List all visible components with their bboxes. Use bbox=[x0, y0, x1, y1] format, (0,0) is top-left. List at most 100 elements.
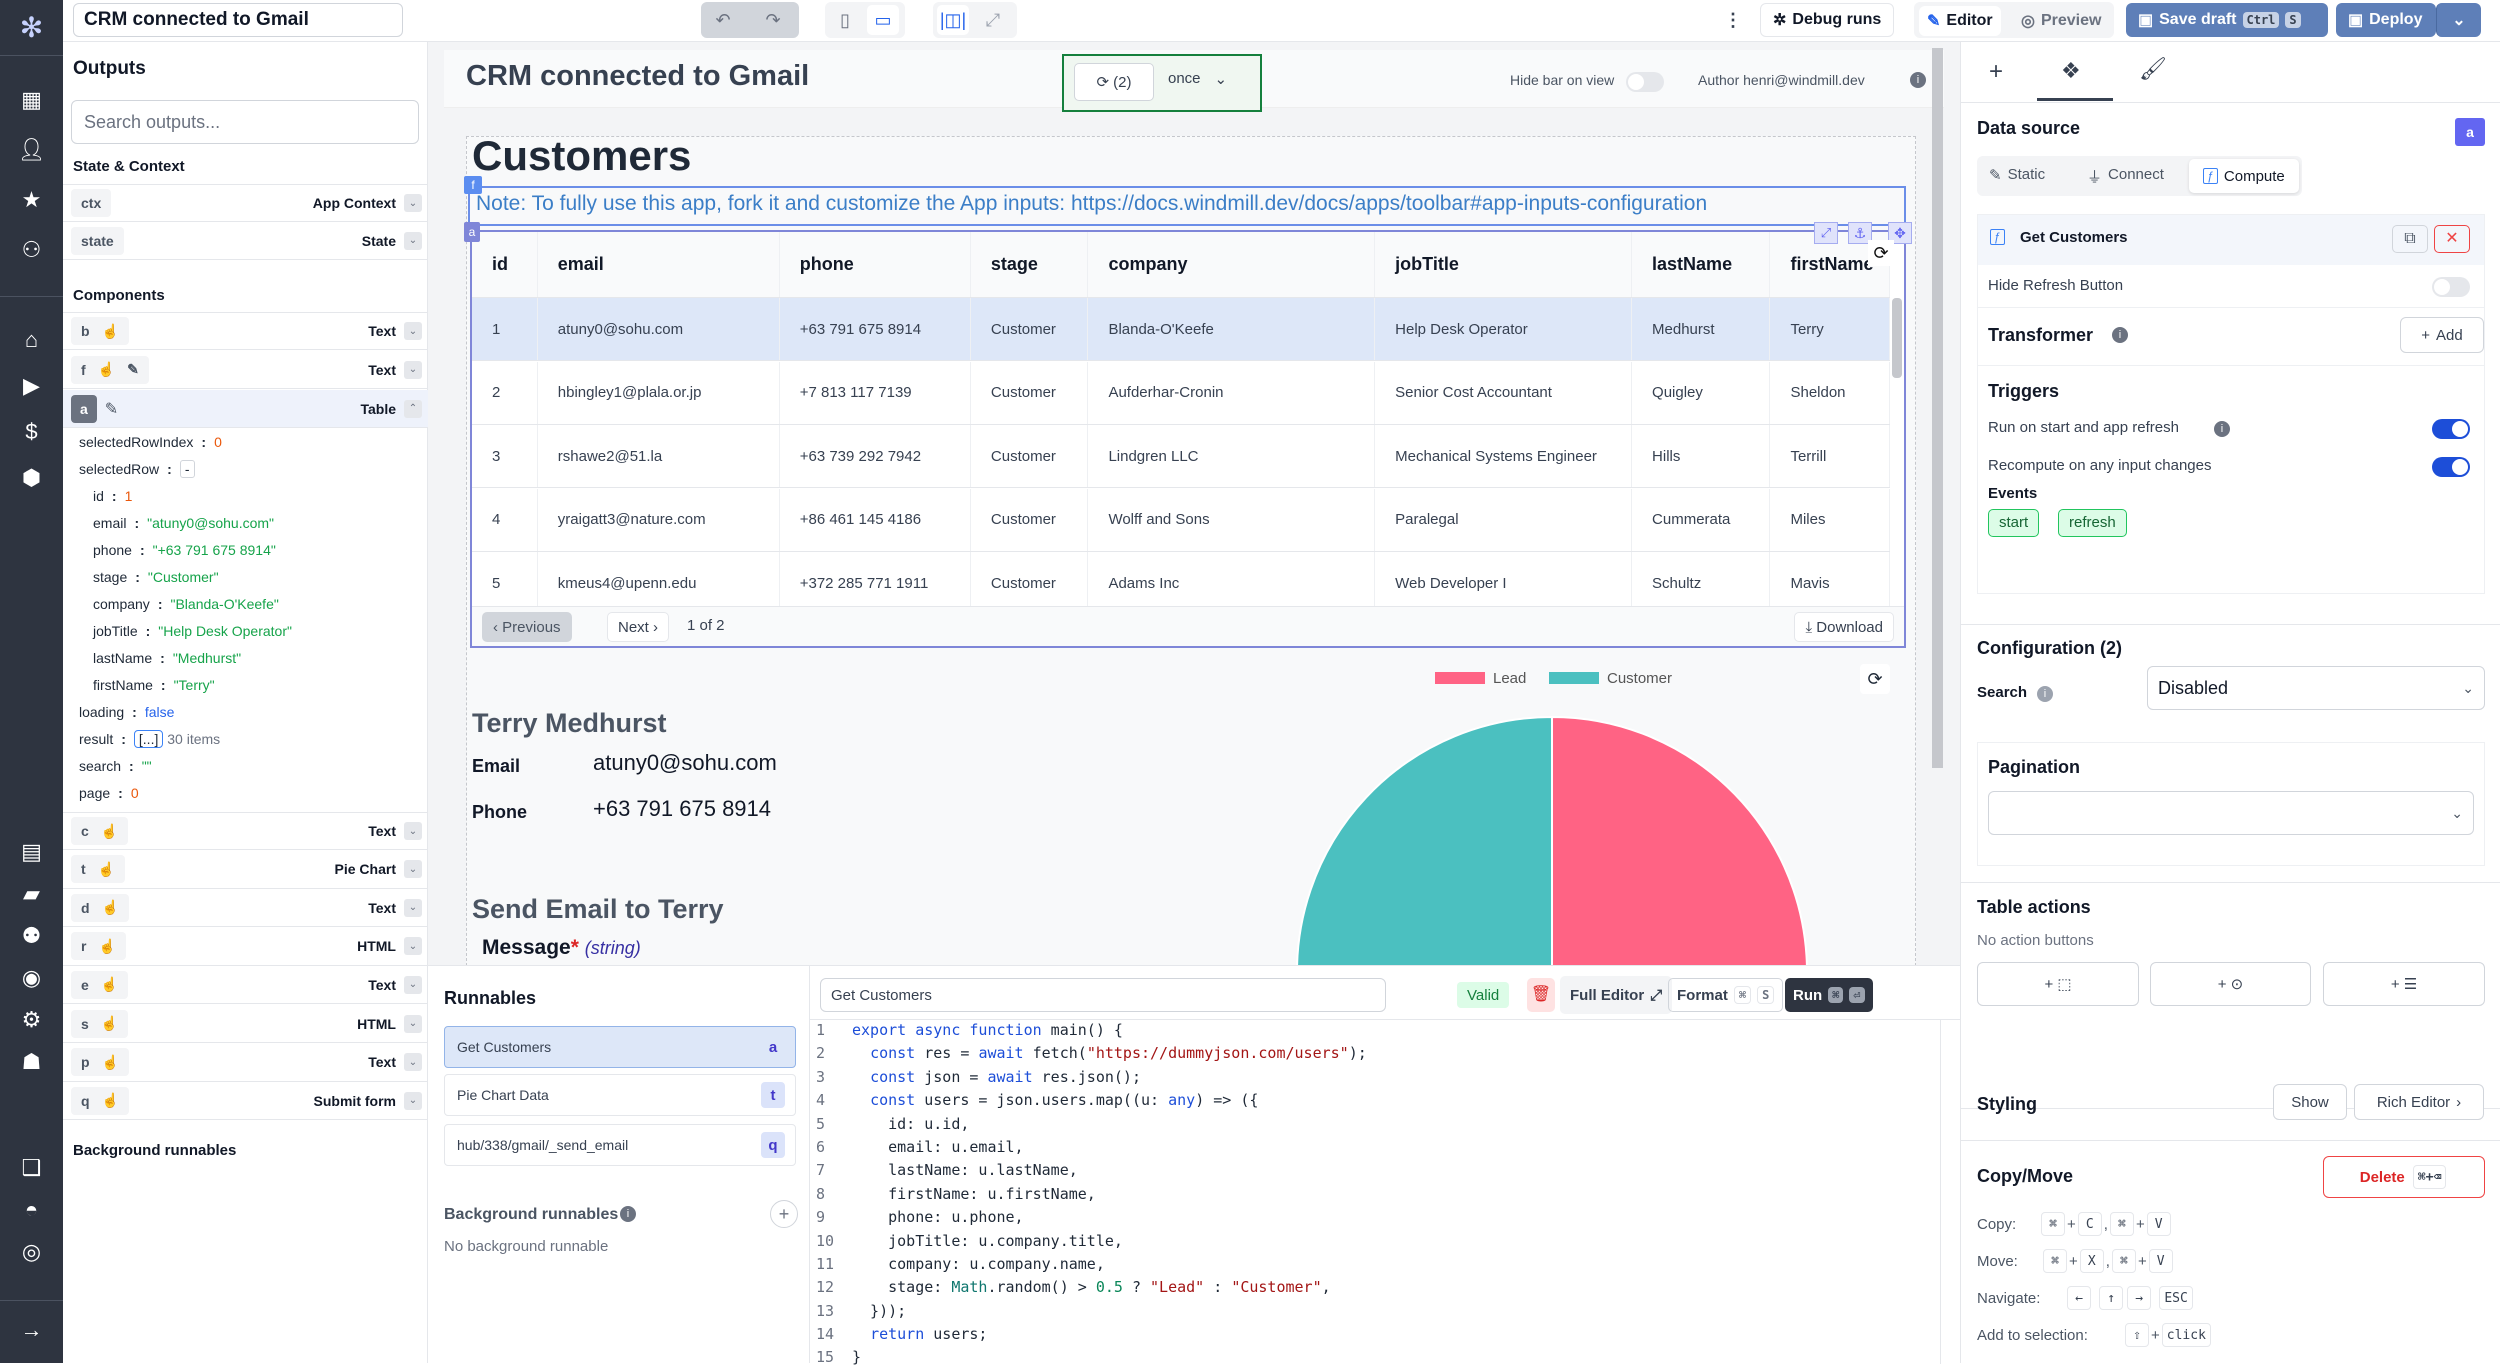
more-options-icon[interactable]: ⋮ bbox=[1723, 8, 1743, 32]
code-line[interactable]: 6 email: u.email, bbox=[810, 1136, 1960, 1159]
show-styling-button[interactable]: Show bbox=[2273, 1084, 2347, 1120]
undo-icon[interactable]: ↶ bbox=[711, 8, 735, 32]
deploy-button[interactable]: ▣ Deploy bbox=[2336, 3, 2436, 37]
users-icon[interactable]: ⚇ bbox=[0, 230, 63, 270]
runnable-name-input[interactable]: Get Customers bbox=[820, 978, 1386, 1012]
folder-icon[interactable]: ▰ bbox=[0, 874, 63, 914]
source-tab-connect[interactable]: ⏚ Connect bbox=[2087, 166, 2164, 187]
desktop-icon[interactable]: ▭ bbox=[867, 5, 899, 35]
add-toggle-action[interactable]: + ⊙ bbox=[2150, 962, 2311, 1006]
table-row[interactable]: 1 atuny0@sohu.com +63 791 675 8914 Customer… bbox=[472, 298, 1890, 361]
deploy-dropdown-button[interactable]: ⌄ bbox=[2436, 3, 2481, 37]
chevron-down-icon[interactable]: ⌄ bbox=[404, 1014, 422, 1033]
expand-component-icon[interactable]: ⤢ bbox=[1814, 222, 1838, 244]
component-badge-f[interactable]: f bbox=[464, 176, 482, 194]
mobile-icon[interactable]: ▯ bbox=[833, 8, 857, 32]
refresh-mode-select[interactable]: once ⌄ bbox=[1168, 70, 1227, 88]
code-line[interactable]: 11 company: u.company.name, bbox=[810, 1253, 1960, 1276]
style-tab-brush-icon[interactable]: 🖌︎ bbox=[2139, 56, 2167, 82]
robot-icon[interactable]: ☗ bbox=[0, 1042, 63, 1082]
component-row-c[interactable]: c ☝ Text ⌄ bbox=[63, 812, 428, 850]
component-row-e[interactable]: e ☝ Text ⌄ bbox=[63, 966, 428, 1005]
code-line[interactable]: 10 jobTitle: u.company.title, bbox=[810, 1230, 1960, 1253]
search-outputs-input[interactable]: Search outputs... bbox=[71, 100, 419, 144]
chevron-down-icon[interactable]: ⌄ bbox=[404, 322, 422, 340]
code-line[interactable]: 2 const res = await fetch("https://dummy… bbox=[810, 1042, 1960, 1065]
settings-gear-icon[interactable]: ⚙ bbox=[0, 1000, 63, 1040]
chevron-down-icon[interactable]: ⌄ bbox=[404, 194, 422, 212]
table-row[interactable]: 3 rshawe2@51.la +63 739 292 7942 Customer Li… bbox=[472, 425, 1890, 488]
run-button[interactable]: Run ⌘ ⏎ bbox=[1785, 978, 1873, 1012]
insert-tab-plus-icon[interactable]: + bbox=[1989, 58, 2003, 86]
column-header-jobTitle[interactable]: jobTitle bbox=[1375, 232, 1633, 297]
chevron-down-icon[interactable]: ⌄ bbox=[404, 1091, 422, 1110]
chevron-down-icon[interactable]: ⌄ bbox=[404, 975, 422, 994]
redo-icon[interactable]: ↷ bbox=[761, 8, 785, 32]
docs-book-icon[interactable]: ❑ bbox=[0, 1148, 63, 1188]
info-icon[interactable]: i bbox=[2037, 686, 2053, 702]
component-row-s[interactable]: s ☝ HTML ⌄ bbox=[63, 1005, 428, 1043]
info-icon[interactable]: i bbox=[620, 1206, 636, 1222]
component-row-b[interactable]: b ☝ Text ⌄ bbox=[63, 312, 428, 350]
component-row-p[interactable]: p ☝ Text ⌄ bbox=[63, 1044, 428, 1082]
source-tab-compute[interactable]: ƒ Compute bbox=[2189, 159, 2299, 193]
chevron-down-icon[interactable]: ⌄ bbox=[404, 822, 422, 840]
expand-sidebar-arrow-icon[interactable]: → bbox=[0, 1310, 63, 1350]
component-badge-a[interactable]: a bbox=[464, 222, 480, 242]
runnable-pie-chart-data[interactable]: Pie Chart Data t bbox=[444, 1074, 796, 1116]
column-header-phone[interactable]: phone bbox=[780, 232, 971, 297]
hide-bar-toggle[interactable] bbox=[1626, 72, 1664, 92]
chevron-up-icon[interactable]: ⌃ bbox=[404, 399, 422, 418]
column-header-id[interactable]: id bbox=[472, 232, 538, 297]
component-row-r[interactable]: r ☝ HTML ⌄ bbox=[63, 928, 428, 966]
calendar-icon[interactable]: ▤ bbox=[0, 832, 63, 872]
code-line[interactable]: 3 const json = await res.json(); bbox=[810, 1066, 1960, 1089]
open-external-icon[interactable]: ⧉ bbox=[2392, 225, 2428, 253]
chevron-down-icon[interactable]: ⌄ bbox=[404, 231, 422, 250]
component-row-d[interactable]: d ☝ Text ⌄ bbox=[63, 889, 428, 928]
column-header-email[interactable]: email bbox=[538, 232, 780, 297]
download-button[interactable]: ⤓ Download bbox=[1794, 612, 1894, 642]
hide-refresh-toggle[interactable] bbox=[2432, 277, 2470, 297]
component-row-f[interactable]: f ☝ ✎ Text ⌄ bbox=[63, 351, 428, 389]
home-icon[interactable]: ⌂ bbox=[0, 320, 63, 360]
info-icon[interactable]: i bbox=[1910, 72, 1926, 88]
fixed-width-icon[interactable]: |◫| bbox=[937, 5, 969, 35]
preview-tab[interactable]: ◎ Preview bbox=[2013, 6, 2109, 36]
note-text-component[interactable]: Note: To fully use this app, fork it and… bbox=[468, 186, 1906, 226]
debug-runs-button[interactable]: ✲ Debug runs bbox=[1760, 3, 1895, 37]
column-header-lastName[interactable]: lastName bbox=[1632, 232, 1771, 297]
table-row[interactable]: 4 yraigatt3@nature.com +86 461 145 4186 Cus… bbox=[472, 488, 1890, 552]
rich-editor-button[interactable]: Rich Editor › bbox=[2354, 1084, 2484, 1120]
refresh-button[interactable]: ⟳ (2) bbox=[1074, 63, 1154, 101]
table-refresh-icon[interactable]: ⟳ bbox=[1868, 240, 1894, 266]
chevron-down-icon[interactable]: ⌄ bbox=[404, 898, 422, 917]
state-item-state[interactable]: state State ⌄ bbox=[63, 222, 428, 260]
github-icon[interactable]: ◎ bbox=[0, 1232, 63, 1272]
star-icon[interactable]: ★ bbox=[0, 180, 63, 220]
detach-runnable-close-icon[interactable]: ✕ bbox=[2434, 225, 2470, 253]
expand-result-toggle[interactable]: [...] bbox=[133, 730, 164, 748]
code-line[interactable]: 4 const users = json.users.map((u: any) … bbox=[810, 1089, 1960, 1112]
windmill-logo-icon[interactable]: ✻ bbox=[0, 0, 63, 56]
app-title-input[interactable]: CRM connected to Gmail bbox=[73, 3, 403, 37]
recompute-toggle[interactable] bbox=[2432, 457, 2470, 477]
source-tab-static[interactable]: ✎ Static bbox=[1989, 166, 2045, 184]
code-editor[interactable]: 1 export async function main() {2 const r… bbox=[810, 1019, 1960, 1370]
component-row-a[interactable]: a ✎ Table ⌃ bbox=[63, 390, 428, 428]
code-line[interactable]: 12 stage: Math.random() > 0.5 ? "Lead" :… bbox=[810, 1276, 1960, 1299]
settings-tab-components-icon[interactable]: ❖ bbox=[2061, 58, 2081, 84]
dollar-icon[interactable]: $ bbox=[0, 412, 63, 452]
delete-component-button[interactable]: Delete ⌘+⌫ bbox=[2323, 1156, 2485, 1198]
column-header-company[interactable]: company bbox=[1088, 232, 1376, 297]
code-line[interactable]: 15} bbox=[810, 1346, 1960, 1369]
code-line[interactable]: 5 id: u.id, bbox=[810, 1113, 1960, 1136]
chevron-down-icon[interactable]: ⌄ bbox=[404, 937, 422, 956]
editor-tab[interactable]: ✎ Editor bbox=[1919, 6, 2001, 36]
play-icon[interactable]: ▶ bbox=[0, 366, 63, 406]
delete-runnable-button[interactable]: 🗑︎ bbox=[1527, 978, 1555, 1012]
table-scrollbar[interactable] bbox=[1892, 298, 1902, 378]
code-line[interactable]: 7 lastName: u.lastName, bbox=[810, 1159, 1960, 1182]
cubes-icon[interactable]: ⬢ bbox=[0, 458, 63, 498]
full-width-icon[interactable]: ⤢ bbox=[981, 8, 1005, 32]
